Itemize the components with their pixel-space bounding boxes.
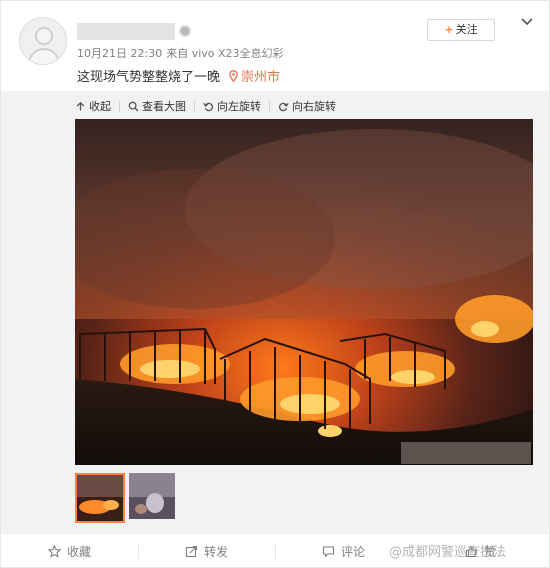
location-label: 崇州市 [241, 70, 281, 85]
collapse-icon [76, 101, 85, 110]
post-text: 这现场气势整整烧了一晚 [77, 70, 221, 85]
rotate-right-label: 向右旋转 [292, 100, 336, 113]
thumbnail-2[interactable] [129, 473, 179, 523]
star-icon [47, 544, 61, 558]
post-time[interactable]: 10月21日 22:30 [77, 47, 162, 60]
post-header: 10月21日 22:30 来自 vivo X23全息幻彩 这现场气势整整烧了一晚 … [1, 1, 549, 91]
toolbar-divider [119, 100, 120, 112]
toolbar-divider [194, 100, 195, 112]
repost-label: 转发 [203, 544, 228, 559]
thumbnail-1[interactable] [75, 473, 125, 523]
toolbar-divider [269, 100, 270, 112]
plus-icon: + [444, 23, 454, 36]
rotate-right-icon [279, 102, 289, 111]
repost-button[interactable]: 转发 [138, 534, 275, 568]
media-toolbar: 收起 查看大图 向左旋转 向右旋转 [75, 96, 336, 116]
avatar-head-shape [35, 27, 53, 45]
favorite-button[interactable]: 收藏 [1, 534, 138, 568]
collapse-button[interactable]: 收起 [75, 96, 111, 116]
rotate-left-label: 向左旋转 [217, 100, 261, 113]
rotate-left-icon [203, 102, 213, 111]
follow-button[interactable]: + 关注 [427, 19, 495, 41]
view-large-label: 查看大图 [142, 100, 186, 113]
vip-icon [179, 25, 191, 37]
media-panel: 收起 查看大图 向左旋转 向右旋转 [1, 91, 549, 533]
rotate-right-button[interactable]: 向右旋转 [278, 96, 336, 116]
comment-label: 评论 [340, 544, 365, 559]
thumbnail-1-image [77, 475, 123, 521]
chevron-down-icon[interactable] [519, 15, 535, 29]
comment-icon [322, 545, 335, 557]
weibo-post-card: 10月21日 22:30 来自 vivo X23全息幻彩 这现场气势整整烧了一晚 … [0, 0, 550, 568]
location-link[interactable]: 崇州市 [229, 66, 280, 85]
thumbnail-strip [75, 473, 183, 525]
rotate-left-button[interactable]: 向左旋转 [203, 96, 261, 116]
location-pin-icon [229, 70, 238, 82]
watermark: @成都网警巡查执法 [389, 545, 507, 560]
post-source: 来自 vivo X23全息幻彩 [166, 47, 284, 60]
follow-label: 关注 [455, 23, 478, 36]
photo-blur-patch [401, 442, 531, 464]
avatar-body-shape [28, 48, 60, 64]
repost-icon [185, 545, 198, 557]
fire-scene-illustration [75, 119, 533, 465]
post-meta: 10月21日 22:30 来自 vivo X23全息幻彩 [77, 45, 288, 61]
username-redacted[interactable] [77, 23, 175, 40]
avatar[interactable] [19, 17, 67, 65]
magnifier-icon [128, 101, 139, 111]
thumbnail-2-image [129, 473, 175, 519]
collapse-label: 收起 [89, 100, 111, 113]
view-large-button[interactable]: 查看大图 [128, 96, 186, 116]
favorite-label: 收藏 [66, 544, 91, 559]
fire-scene-photo[interactable] [75, 119, 533, 465]
